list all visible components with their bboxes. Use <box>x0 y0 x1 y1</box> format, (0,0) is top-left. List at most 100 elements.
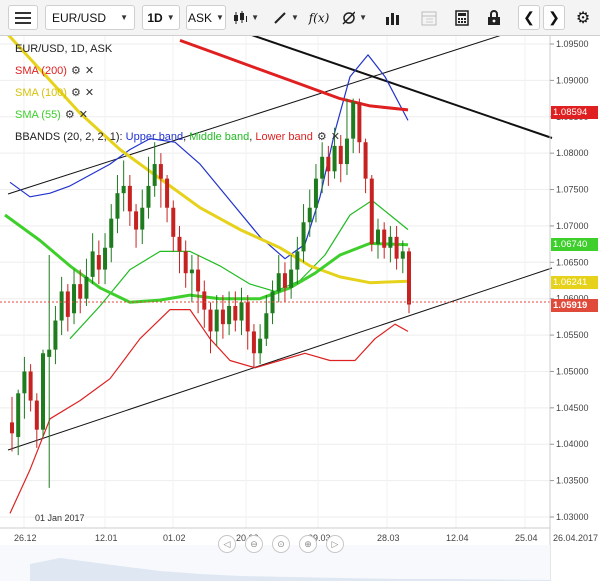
y-tick-label: 1.04500 <box>556 403 589 413</box>
candle-body <box>189 269 194 274</box>
candle-body <box>258 338 263 354</box>
indicator-sma200: SMA (200) ⚙ ✕ <box>15 64 94 78</box>
candle-body <box>84 276 89 299</box>
calendar-icon <box>421 11 437 25</box>
indicator-label: BBANDS (20, 2, 2, 1): <box>15 130 123 143</box>
indicators-button[interactable]: f(x) <box>305 5 333 30</box>
scroll-right-button[interactable]: ▷ <box>326 535 344 553</box>
calculator-icon <box>455 9 469 26</box>
price-tag-sma100: 1.06241 <box>551 276 598 289</box>
indicator-label: SMA (200) <box>15 64 67 77</box>
close-icon[interactable]: ✕ <box>85 64 94 77</box>
timeframe-selector[interactable]: 1D ▼ <box>142 5 180 30</box>
candle-body <box>28 371 33 401</box>
y-tick-label: 1.09000 <box>556 75 589 85</box>
candle-body <box>90 251 95 277</box>
candles-icon <box>234 10 248 24</box>
x-tick-label: 25.04 <box>515 533 538 543</box>
candle-body <box>152 164 157 186</box>
candle-body <box>47 349 52 357</box>
zoom-reset-icon: ⊙ <box>277 538 285 549</box>
price-chart[interactable]: 1.095001.090001.085001.080001.075001.070… <box>0 36 600 581</box>
candle-body <box>282 273 287 288</box>
chart-area[interactable]: 1.095001.090001.085001.080001.075001.070… <box>0 36 600 581</box>
zoom-reset-button[interactable]: ⊙ <box>272 535 290 553</box>
candle-body <box>41 353 46 430</box>
bbands-upper-label: Upper band <box>125 130 184 143</box>
volume-button[interactable] <box>380 5 406 30</box>
calendar-button[interactable] <box>416 5 442 30</box>
crosshair-icon <box>342 10 356 25</box>
x-tick-label: 01.02 <box>163 533 186 543</box>
close-icon[interactable]: ✕ <box>85 86 94 99</box>
candle-body <box>264 313 269 339</box>
candle-body <box>59 291 64 321</box>
candle-body <box>177 236 182 252</box>
gear-icon[interactable]: ⚙ <box>65 108 75 121</box>
crosshair-button[interactable]: ▼ <box>340 5 368 30</box>
gear-icon[interactable]: ⚙ <box>317 130 327 143</box>
menu-button[interactable] <box>8 5 38 30</box>
date-annotation: 01 Jan 2017 <box>35 513 85 523</box>
candle-body <box>121 185 126 194</box>
candle-body <box>251 331 256 354</box>
y-tick-label: 1.04000 <box>556 439 589 449</box>
candle-body <box>382 229 387 248</box>
symbol-selector[interactable]: EUR/USD ▼ <box>45 5 135 30</box>
candle-body <box>301 222 306 252</box>
candle-body <box>332 145 337 172</box>
candle-body <box>78 284 83 299</box>
candle-body <box>109 218 114 248</box>
candle-body <box>208 309 213 332</box>
candle-body <box>295 251 300 270</box>
caret-down-icon: ▼ <box>291 13 299 22</box>
price-type-selector[interactable]: ASK ▼ <box>186 5 226 30</box>
y-tick-label: 1.05000 <box>556 366 589 376</box>
candle-body <box>158 164 163 179</box>
scroll-right-button[interactable]: ❯ <box>543 5 565 30</box>
candle-body <box>220 309 225 325</box>
chart-type-button[interactable]: ▼ <box>232 5 260 30</box>
candle-body <box>196 269 201 292</box>
price-tag-sma55: 1.06740 <box>551 238 598 251</box>
candle-body <box>96 255 101 270</box>
zoom-out-button[interactable]: ⊖ <box>245 535 263 553</box>
close-icon[interactable]: ✕ <box>331 130 340 143</box>
gear-icon[interactable]: ⚙ <box>71 64 81 77</box>
x-tick-label: 12.04 <box>446 533 469 543</box>
candle-body <box>245 302 250 332</box>
x-tick-label: 28.03 <box>377 533 400 543</box>
candle-body <box>375 229 380 245</box>
hamburger-icon <box>15 11 31 24</box>
candle-body <box>16 393 21 437</box>
candle-body <box>227 305 232 325</box>
candle-body <box>344 138 349 165</box>
lock-button[interactable] <box>481 5 507 30</box>
candle-body <box>276 273 281 292</box>
y-tick-label: 1.07500 <box>556 185 589 195</box>
calculator-button[interactable] <box>449 5 475 30</box>
lock-icon <box>488 9 500 25</box>
price-type-label: ASK <box>188 10 213 25</box>
caret-down-icon: ▼ <box>251 13 259 22</box>
candle-body <box>171 207 176 237</box>
scroll-left-button[interactable]: ◁ <box>218 535 236 553</box>
candle-body <box>351 102 356 139</box>
candle-body <box>214 309 219 332</box>
draw-tool-button[interactable]: ▼ <box>272 5 300 30</box>
scroll-left-button[interactable]: ❮ <box>518 5 540 30</box>
close-icon[interactable]: ✕ <box>79 108 88 121</box>
candle-body <box>357 102 362 143</box>
candle-body <box>388 236 393 248</box>
gear-icon[interactable]: ⚙ <box>71 86 81 99</box>
indicator-label: SMA (100) <box>15 86 67 99</box>
candle-body <box>313 178 318 208</box>
caret-down-icon: ▼ <box>216 13 224 22</box>
y-tick-label: 1.08000 <box>556 148 589 158</box>
candle-body <box>338 145 343 165</box>
zoom-in-button[interactable]: ⊕ <box>299 535 317 553</box>
y-tick-label: 1.07000 <box>556 221 589 231</box>
candle-body <box>239 302 244 321</box>
indicator-label: SMA (55) <box>15 108 61 121</box>
settings-button[interactable]: ⚙ <box>570 5 596 30</box>
